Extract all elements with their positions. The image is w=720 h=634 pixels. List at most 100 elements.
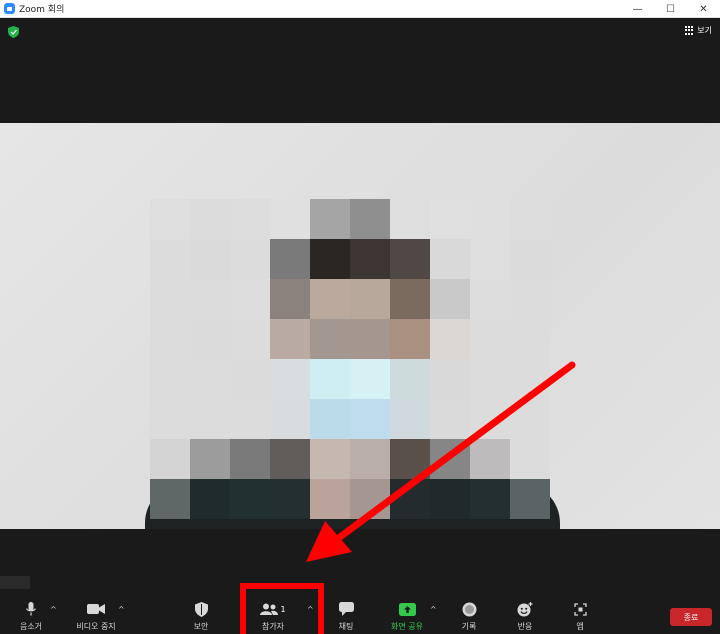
mosaic-tile	[390, 439, 430, 479]
reactions-button[interactable]: 반응	[499, 601, 551, 632]
mosaic-tile	[430, 319, 470, 359]
mosaic-tile	[230, 439, 270, 479]
zoom-app-icon	[4, 3, 15, 14]
participant-video	[0, 123, 720, 529]
mosaic-tile	[270, 319, 310, 359]
mosaic-tile	[390, 199, 430, 239]
apps-label: 앱	[576, 622, 584, 631]
participants-highlight-box	[240, 583, 324, 634]
apps-button[interactable]: 앱	[554, 601, 606, 632]
mosaic-tile	[510, 399, 550, 439]
mosaic-tile	[470, 359, 510, 399]
mosaic-tile	[230, 359, 270, 399]
mosaic-tile	[190, 239, 230, 279]
mosaic-tile	[310, 399, 350, 439]
mosaic-tile	[310, 359, 350, 399]
mosaic-tile	[310, 239, 350, 279]
mosaic-tile	[350, 439, 390, 479]
stop-video-button[interactable]: 비디오 중지	[70, 601, 122, 632]
apps-icon	[573, 602, 587, 616]
audio-options-caret[interactable]: ^	[50, 605, 57, 614]
maximize-button[interactable]: ☐	[654, 0, 687, 18]
mosaic-tile	[350, 239, 390, 279]
mute-label: 음소거	[19, 622, 43, 631]
mosaic-tile	[350, 199, 390, 239]
mosaic-tile	[310, 319, 350, 359]
mosaic-tile	[510, 439, 550, 479]
mosaic-tile	[510, 479, 550, 519]
mosaic-tile	[430, 199, 470, 239]
end-meeting-button[interactable]: 종료	[670, 608, 712, 626]
mosaic-tile	[230, 479, 270, 519]
video-camera-icon	[87, 604, 105, 614]
stop-video-label: 비디오 중지	[76, 622, 116, 631]
record-icon	[462, 602, 476, 616]
mosaic-tile	[230, 199, 270, 239]
mosaic-tile	[470, 319, 510, 359]
mosaic-tile	[390, 279, 430, 319]
security-button[interactable]: 보안	[175, 601, 227, 632]
record-button[interactable]: 기록	[443, 601, 495, 632]
window-title: Zoom 회의	[19, 5, 65, 15]
close-button[interactable]: ✕	[687, 0, 720, 18]
mosaic-tile	[430, 439, 470, 479]
view-label: 보기	[697, 26, 712, 35]
mosaic-tile	[190, 199, 230, 239]
mosaic-tile	[190, 319, 230, 359]
mosaic-tile	[470, 439, 510, 479]
mosaic-tile	[510, 279, 550, 319]
mosaic-tile	[310, 279, 350, 319]
video-options-caret[interactable]: ^	[118, 605, 125, 614]
title-bar: Zoom 회의 — ☐ ✕	[0, 0, 720, 18]
mosaic-tile	[310, 439, 350, 479]
mosaic-tile	[150, 319, 190, 359]
chat-label: 채팅	[338, 622, 354, 631]
mosaic-tile	[270, 439, 310, 479]
mosaic-tile	[510, 359, 550, 399]
mosaic-tile	[510, 319, 550, 359]
mosaic-tile	[150, 479, 190, 519]
view-button[interactable]: 보기	[685, 25, 712, 36]
mosaic-tile	[390, 319, 430, 359]
mosaic-tile	[190, 479, 230, 519]
chat-button[interactable]: 채팅	[320, 601, 372, 632]
share-screen-icon	[398, 602, 416, 616]
chat-bubble-icon	[338, 602, 354, 616]
mosaic-tile	[470, 479, 510, 519]
mosaic-tile	[350, 479, 390, 519]
mosaic-tile	[470, 239, 510, 279]
mosaic-tile	[190, 279, 230, 319]
mosaic-tile	[350, 279, 390, 319]
mosaic-tile	[390, 479, 430, 519]
mosaic-tile	[310, 199, 350, 239]
minimize-button[interactable]: —	[621, 0, 654, 18]
share-screen-button[interactable]: 화면 공유	[381, 601, 433, 632]
encryption-shield-icon[interactable]	[8, 26, 19, 38]
mosaic-tile	[430, 279, 470, 319]
mosaic-tile	[390, 399, 430, 439]
mosaic-tile	[270, 239, 310, 279]
mosaic-tile	[270, 479, 310, 519]
mosaic-tile	[150, 199, 190, 239]
mosaic-tile	[270, 359, 310, 399]
share-options-caret[interactable]: ^	[430, 605, 437, 614]
mosaic-tile	[270, 279, 310, 319]
mosaic-tile	[190, 399, 230, 439]
grid-icon	[685, 26, 694, 35]
mosaic-tile	[150, 239, 190, 279]
mosaic-tile	[190, 359, 230, 399]
smiley-reaction-icon	[517, 601, 533, 616]
mosaic-tile	[230, 399, 270, 439]
mosaic-tile	[470, 199, 510, 239]
mosaic-tile	[510, 199, 550, 239]
meeting-toolbar: 음소거 ^ 비디오 중지 ^ 보안 1 참가자 ^ 채팅 화면 공유 ^ 기록 …	[0, 589, 720, 634]
mosaic-tile	[470, 279, 510, 319]
microphone-icon	[26, 601, 36, 615]
mosaic-tile	[150, 279, 190, 319]
mosaic-tile	[350, 359, 390, 399]
mosaic-tile	[150, 359, 190, 399]
mosaic-tile	[470, 399, 510, 439]
record-label: 기록	[461, 622, 477, 631]
mosaic-tile	[430, 359, 470, 399]
pixelated-face	[150, 199, 550, 519]
